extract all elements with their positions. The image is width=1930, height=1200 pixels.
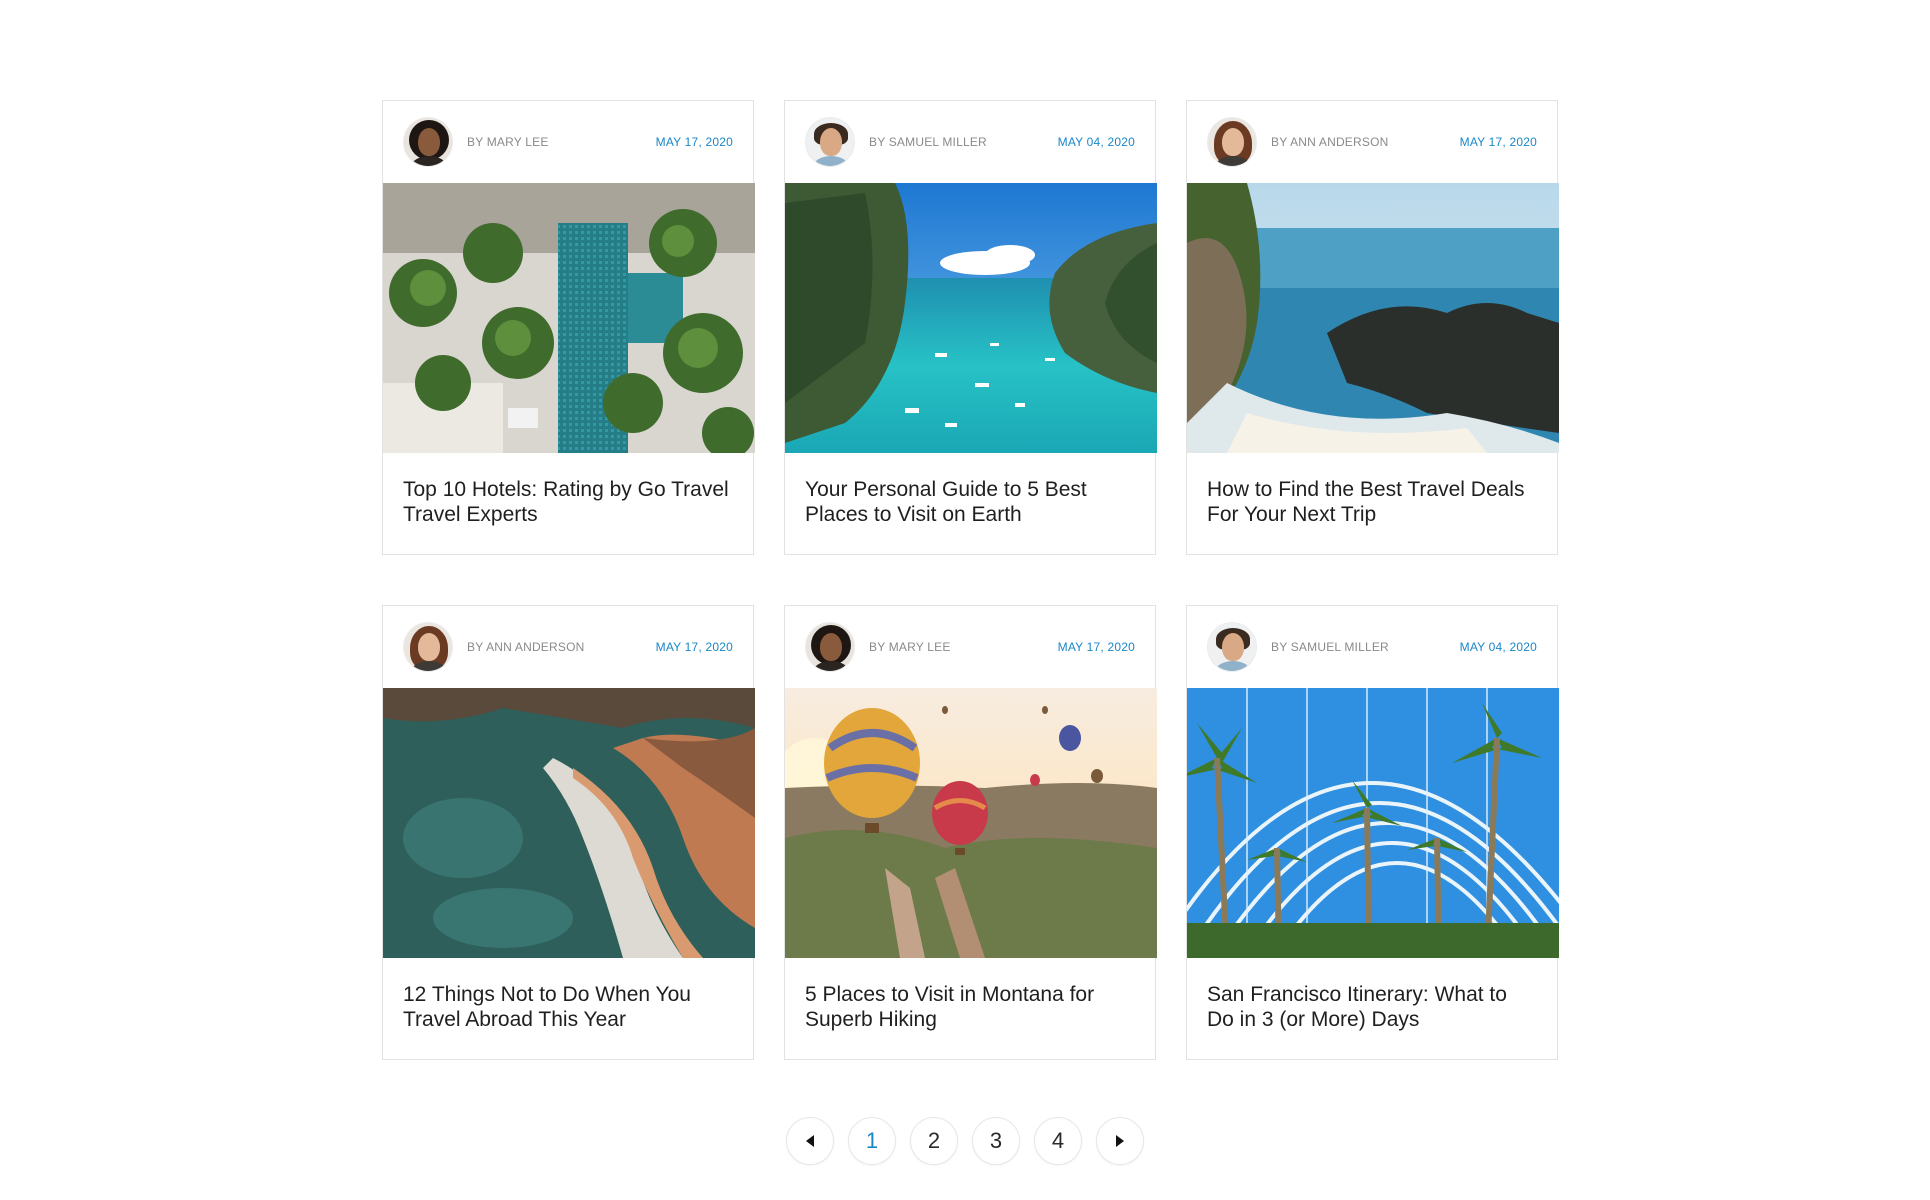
post-image[interactable] (383, 183, 755, 453)
post-title[interactable]: 12 Things Not to Do When You Travel Abro… (403, 982, 733, 1032)
post-meta: BY MARY LEE MAY 17, 2020 (383, 101, 753, 183)
avatar[interactable] (805, 622, 855, 672)
avatar[interactable] (1207, 622, 1257, 672)
blog-post-card[interactable]: BY ANN ANDERSON MAY 17, 2020 12 Things N… (382, 605, 755, 1060)
post-date[interactable]: MAY 17, 2020 (656, 135, 733, 149)
post-title[interactable]: Your Personal Guide to 5 Best Places to … (805, 477, 1135, 527)
caret-right-icon (1116, 1135, 1124, 1147)
avatar[interactable] (403, 117, 453, 167)
post-date[interactable]: MAY 04, 2020 (1058, 135, 1135, 149)
page-button-2[interactable]: 2 (910, 1117, 958, 1165)
caret-left-icon (806, 1135, 814, 1147)
post-date[interactable]: MAY 17, 2020 (1460, 135, 1537, 149)
post-image[interactable] (1187, 183, 1559, 453)
page-button-3[interactable]: 3 (972, 1117, 1020, 1165)
post-author[interactable]: BY ANN ANDERSON (467, 640, 656, 654)
post-date[interactable]: MAY 04, 2020 (1460, 640, 1537, 654)
page-button-4[interactable]: 4 (1034, 1117, 1082, 1165)
post-image[interactable] (785, 183, 1157, 453)
page-button-1[interactable]: 1 (848, 1117, 896, 1165)
post-title[interactable]: Top 10 Hotels: Rating by Go Travel Trave… (403, 477, 733, 527)
post-title[interactable]: How to Find the Best Travel Deals For Yo… (1207, 477, 1537, 527)
post-meta: BY MARY LEE MAY 17, 2020 (785, 606, 1155, 688)
blog-post-grid: BY MARY LEE MAY 17, 2020 Top 10 Hotels: … (382, 100, 1559, 1060)
avatar[interactable] (1207, 117, 1257, 167)
blog-post-card[interactable]: BY MARY LEE MAY 17, 2020 (784, 605, 1157, 1060)
post-meta: BY ANN ANDERSON MAY 17, 2020 (1187, 101, 1557, 183)
post-date[interactable]: MAY 17, 2020 (656, 640, 733, 654)
post-image[interactable] (383, 688, 755, 958)
post-meta: BY SAMUEL MILLER MAY 04, 2020 (785, 101, 1155, 183)
pagination: 1 2 3 4 (0, 1117, 1930, 1165)
post-image[interactable] (785, 688, 1157, 958)
post-title[interactable]: San Francisco Itinerary: What to Do in 3… (1207, 982, 1537, 1032)
post-title[interactable]: 5 Places to Visit in Montana for Superb … (805, 982, 1135, 1032)
post-author[interactable]: BY MARY LEE (869, 640, 1058, 654)
post-image[interactable] (1187, 688, 1559, 958)
next-page-button[interactable] (1096, 1117, 1144, 1165)
avatar[interactable] (403, 622, 453, 672)
post-author[interactable]: BY MARY LEE (467, 135, 656, 149)
post-date[interactable]: MAY 17, 2020 (1058, 640, 1135, 654)
post-author[interactable]: BY ANN ANDERSON (1271, 135, 1460, 149)
blog-post-card[interactable]: BY ANN ANDERSON MAY 17, 2020 How to Find… (1186, 100, 1559, 555)
post-meta: BY ANN ANDERSON MAY 17, 2020 (383, 606, 753, 688)
blog-post-card[interactable]: BY SAMUEL MILLER MAY 04, 2020 (1186, 605, 1559, 1060)
post-author[interactable]: BY SAMUEL MILLER (1271, 640, 1460, 654)
avatar[interactable] (805, 117, 855, 167)
post-meta: BY SAMUEL MILLER MAY 04, 2020 (1187, 606, 1557, 688)
blog-post-card[interactable]: BY SAMUEL MILLER MAY 04, 2020 (784, 100, 1157, 555)
post-author[interactable]: BY SAMUEL MILLER (869, 135, 1058, 149)
prev-page-button[interactable] (786, 1117, 834, 1165)
blog-post-card[interactable]: BY MARY LEE MAY 17, 2020 (382, 100, 755, 555)
